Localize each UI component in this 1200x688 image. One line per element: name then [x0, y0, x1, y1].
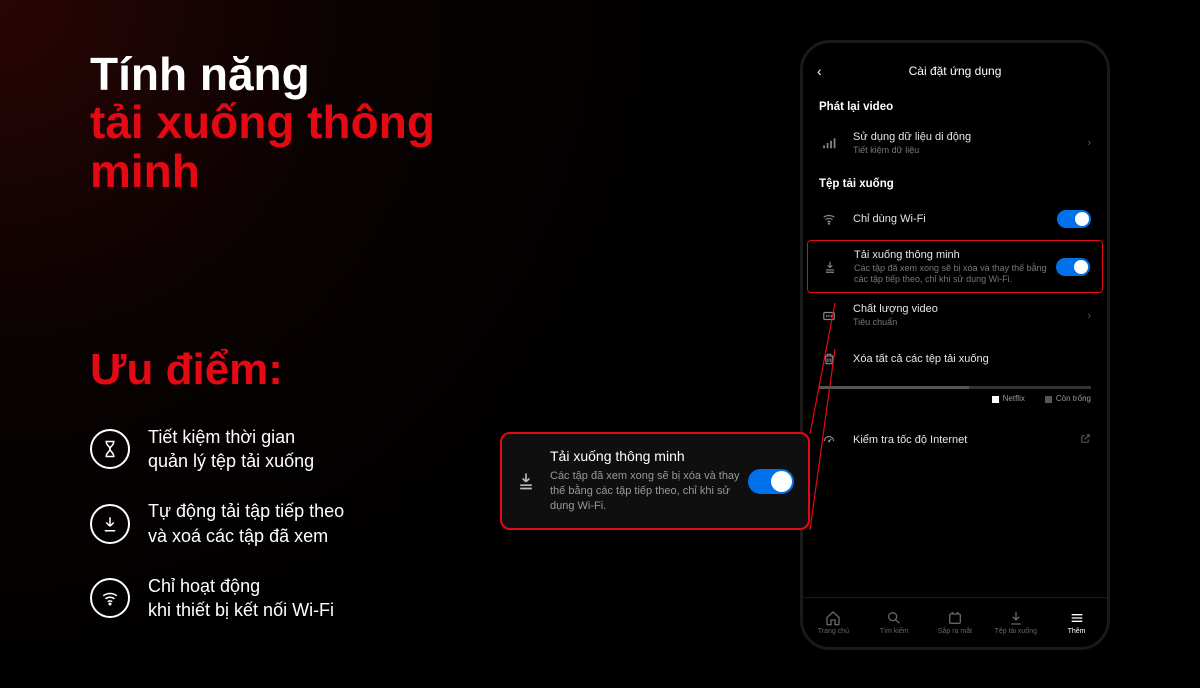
advantages-heading: Ưu điểm:: [90, 345, 520, 395]
data-usage-row[interactable]: Sử dụng dữ liệu di động Tiết kiệm dữ liệ…: [803, 121, 1107, 166]
title-line1: Tính năng: [90, 50, 520, 98]
storage-free-label: Còn trống: [1045, 394, 1091, 403]
download-icon: [90, 504, 130, 544]
phone-mockup: ‹ Cài đặt ứng dụng Phát lại video Sử dụn…: [800, 40, 1110, 650]
feature-item: Tự động tải tập tiếp theovà xoá các tập …: [90, 499, 520, 548]
bottom-nav: Trang chủ Tìm kiếm Sắp ra mắt Tệp tải xu…: [803, 597, 1107, 647]
external-link-icon: [1080, 433, 1091, 447]
delete-all-row[interactable]: Xóa tất cả các tệp tải xuống: [803, 338, 1107, 380]
callout-toggle[interactable]: [748, 469, 794, 494]
callout-sub: Các tập đã xem xong sẽ bị xóa và thay th…: [550, 469, 748, 514]
feature-item: Chỉ hoạt độngkhi thiết bị kết nối Wi-Fi: [90, 574, 520, 623]
feature-text: Tự động tải tập tiếp theovà xoá các tập …: [148, 499, 344, 548]
download-stack-icon: [820, 260, 840, 274]
internet-speed-title: Kiểm tra tốc độ Internet: [853, 434, 1080, 446]
section-playback: Phát lại video: [803, 89, 1107, 121]
wifi-only-title: Chỉ dùng Wi-Fi: [853, 213, 1057, 225]
wifi-only-toggle[interactable]: [1057, 210, 1091, 228]
nav-coming-soon[interactable]: Sắp ra mắt: [925, 598, 986, 647]
wifi-only-row[interactable]: Chỉ dùng Wi-Fi: [803, 198, 1107, 240]
nav-more[interactable]: Thêm: [1046, 598, 1107, 647]
wifi-icon: [90, 578, 130, 618]
feature-item: Tiết kiệm thời gianquản lý tệp tải xuống: [90, 425, 520, 474]
chevron-right-icon: ›: [1087, 137, 1091, 149]
nav-search[interactable]: Tìm kiếm: [864, 598, 925, 647]
internet-speed-row[interactable]: Kiểm tra tốc độ Internet: [803, 421, 1107, 459]
quality-icon: [819, 309, 839, 323]
speedometer-icon: [819, 433, 839, 447]
trash-icon: [819, 352, 839, 366]
wifi-icon: [819, 212, 839, 226]
delete-all-title: Xóa tất cả các tệp tải xuống: [853, 353, 1091, 365]
smart-download-row[interactable]: Tải xuống thông minh Các tập đã xem xong…: [808, 241, 1102, 293]
download-stack-icon: [516, 470, 536, 492]
title-line2: tải xuống thông minh: [90, 98, 520, 195]
feature-text: Chỉ hoạt độngkhi thiết bị kết nối Wi-Fi: [148, 574, 334, 623]
video-quality-row[interactable]: Chất lượng video Tiêu chuẩn ›: [803, 293, 1107, 338]
signal-icon: [819, 136, 839, 150]
video-quality-title: Chất lượng video: [853, 303, 1087, 315]
storage-bar: Netflix Còn trống: [803, 386, 1107, 403]
smart-download-highlight: Tải xuống thông minh Các tập đã xem xong…: [807, 240, 1103, 294]
smart-download-callout: Tải xuống thông minh Các tập đã xem xong…: [500, 432, 810, 530]
smart-dl-toggle[interactable]: [1056, 258, 1090, 276]
feature-text: Tiết kiệm thời gianquản lý tệp tải xuống: [148, 425, 314, 474]
chevron-right-icon: ›: [1087, 310, 1091, 322]
nav-downloads[interactable]: Tệp tải xuống: [985, 598, 1046, 647]
storage-netflix-label: Netflix: [992, 394, 1025, 403]
back-icon[interactable]: ‹: [817, 63, 822, 79]
nav-home[interactable]: Trang chủ: [803, 598, 864, 647]
smart-dl-sub: Các tập đã xem xong sẽ bị xóa và thay th…: [854, 263, 1056, 285]
data-usage-title: Sử dụng dữ liệu di động: [853, 131, 1087, 143]
data-usage-sub: Tiết kiệm dữ liệu: [853, 145, 1087, 156]
features-list: Tiết kiệm thời gianquản lý tệp tải xuống…: [90, 425, 520, 623]
hourglass-icon: [90, 429, 130, 469]
section-downloads: Tệp tải xuống: [803, 166, 1107, 198]
callout-title: Tải xuống thông minh: [550, 448, 748, 464]
header-title: Cài đặt ứng dụng: [909, 64, 1002, 78]
phone-header: ‹ Cài đặt ứng dụng: [803, 53, 1107, 89]
smart-dl-title: Tải xuống thông minh: [854, 249, 1056, 261]
video-quality-sub: Tiêu chuẩn: [853, 317, 1087, 328]
